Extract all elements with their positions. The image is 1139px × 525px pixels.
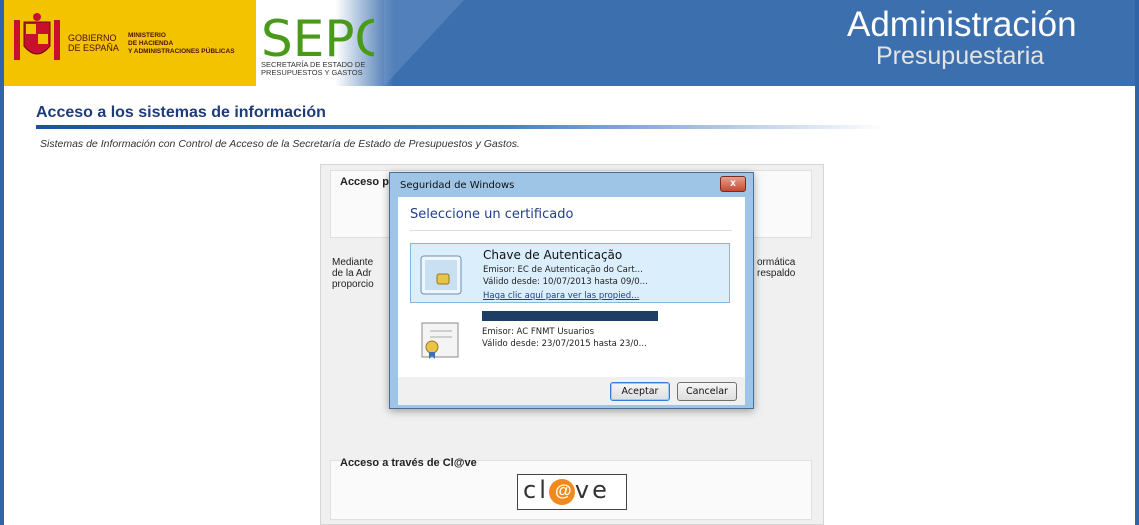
info-paragraph-right: ormática respaldo: [757, 257, 795, 279]
certificate-dialog: Seguridad de Windows x Seleccione un cer…: [389, 172, 754, 409]
para-left-line-3: proporcio: [332, 279, 374, 290]
certificate-item[interactable]: Emisor: AC FNMT Usuarios Válido desde: 2…: [410, 309, 730, 369]
page-subtitle: Sistemas de Información con Control de A…: [40, 138, 520, 150]
title-underline: [36, 125, 886, 129]
ministry-line-3: Y ADMINISTRACIONES PÚBLICAS: [128, 48, 235, 55]
header-decoration: [384, 0, 464, 86]
government-logo-block: GOBIERNO DE ESPAÑA MINISTERIO DE HACIEND…: [4, 0, 256, 86]
header-title: Administración: [847, 5, 1077, 44]
certificate-name: Chave de Autenticação: [483, 248, 623, 262]
para-left-line-2: de la Adr: [332, 268, 372, 279]
government-label: GOBIERNO DE ESPAÑA: [68, 33, 119, 53]
certificate-access-label: Acceso po: [340, 176, 396, 188]
page-frame-right: [1135, 0, 1139, 525]
redacted-certificate-name: [482, 311, 658, 321]
gov-line-1: GOBIERNO: [68, 33, 117, 43]
sepg-logo-text: SEPG: [261, 12, 374, 62]
para-left-line-1: Mediante: [332, 257, 374, 268]
gov-line-2: DE ESPAÑA: [68, 43, 119, 53]
site-header: GOBIERNO DE ESPAÑA MINISTERIO DE HACIEND…: [4, 0, 1135, 86]
dialog-footer: Aceptar Cancelar: [398, 377, 745, 405]
certificate-issuer: Emisor: AC FNMT Usuarios: [482, 327, 595, 337]
dialog-title: Seguridad de Windows: [400, 180, 515, 191]
dialog-heading: Seleccione un certificado: [410, 207, 574, 222]
ministry-line-2: DE HACIENDA: [128, 40, 174, 47]
ministry-label: MINISTERIO DE HACIENDA Y ADMINISTRACIONE…: [128, 32, 235, 56]
accept-button[interactable]: Aceptar: [610, 382, 670, 401]
para-right-line-1: ormática: [757, 257, 796, 268]
certificate-item-selected[interactable]: Chave de Autenticação Emisor: EC de Aute…: [410, 243, 730, 303]
sepg-sub-line-2: PRESUPUESTOS Y GASTOS: [261, 68, 363, 77]
cancel-button[interactable]: Cancelar: [677, 382, 737, 401]
clave-at-icon: @: [555, 481, 572, 500]
sepg-logo: SEPG: [261, 12, 374, 62]
certificate-issuer: Emisor: EC de Autenticação do Cart...: [483, 265, 643, 275]
page-title: Acceso a los sistemas de información: [36, 104, 326, 121]
dialog-titlebar[interactable]: Seguridad de Windows x: [390, 173, 753, 199]
coat-of-arms-icon: [14, 13, 60, 60]
ministry-line-1: MINISTERIO: [128, 32, 166, 39]
clave-left: cl: [523, 476, 549, 504]
close-button[interactable]: x: [720, 176, 746, 192]
certificate-properties-link[interactable]: Haga clic aquí para ver las propied...: [483, 291, 639, 301]
certificate-icon: [421, 322, 459, 359]
clave-right: ve: [574, 476, 610, 504]
certificate-validity: Válido desde: 23/07/2015 hasta 23/0...: [482, 339, 647, 349]
clave-access-label: Acceso a través de Cl@ve: [340, 457, 477, 469]
para-right-line-2: respaldo: [757, 268, 796, 279]
info-paragraph-left: Mediante de la Adr proporcio: [332, 257, 392, 290]
heading-divider: [410, 230, 732, 231]
smart-card-icon: [420, 255, 462, 295]
sepg-subtitle: SECRETARÍA DE ESTADO DE PRESUPUESTOS Y G…: [261, 61, 365, 77]
certificate-validity: Válido desde: 10/07/2013 hasta 09/0...: [483, 277, 648, 287]
header-subtitle: Presupuestaria: [876, 42, 1045, 70]
dialog-body: Seleccione un certificado Chave de Auten…: [398, 197, 745, 377]
